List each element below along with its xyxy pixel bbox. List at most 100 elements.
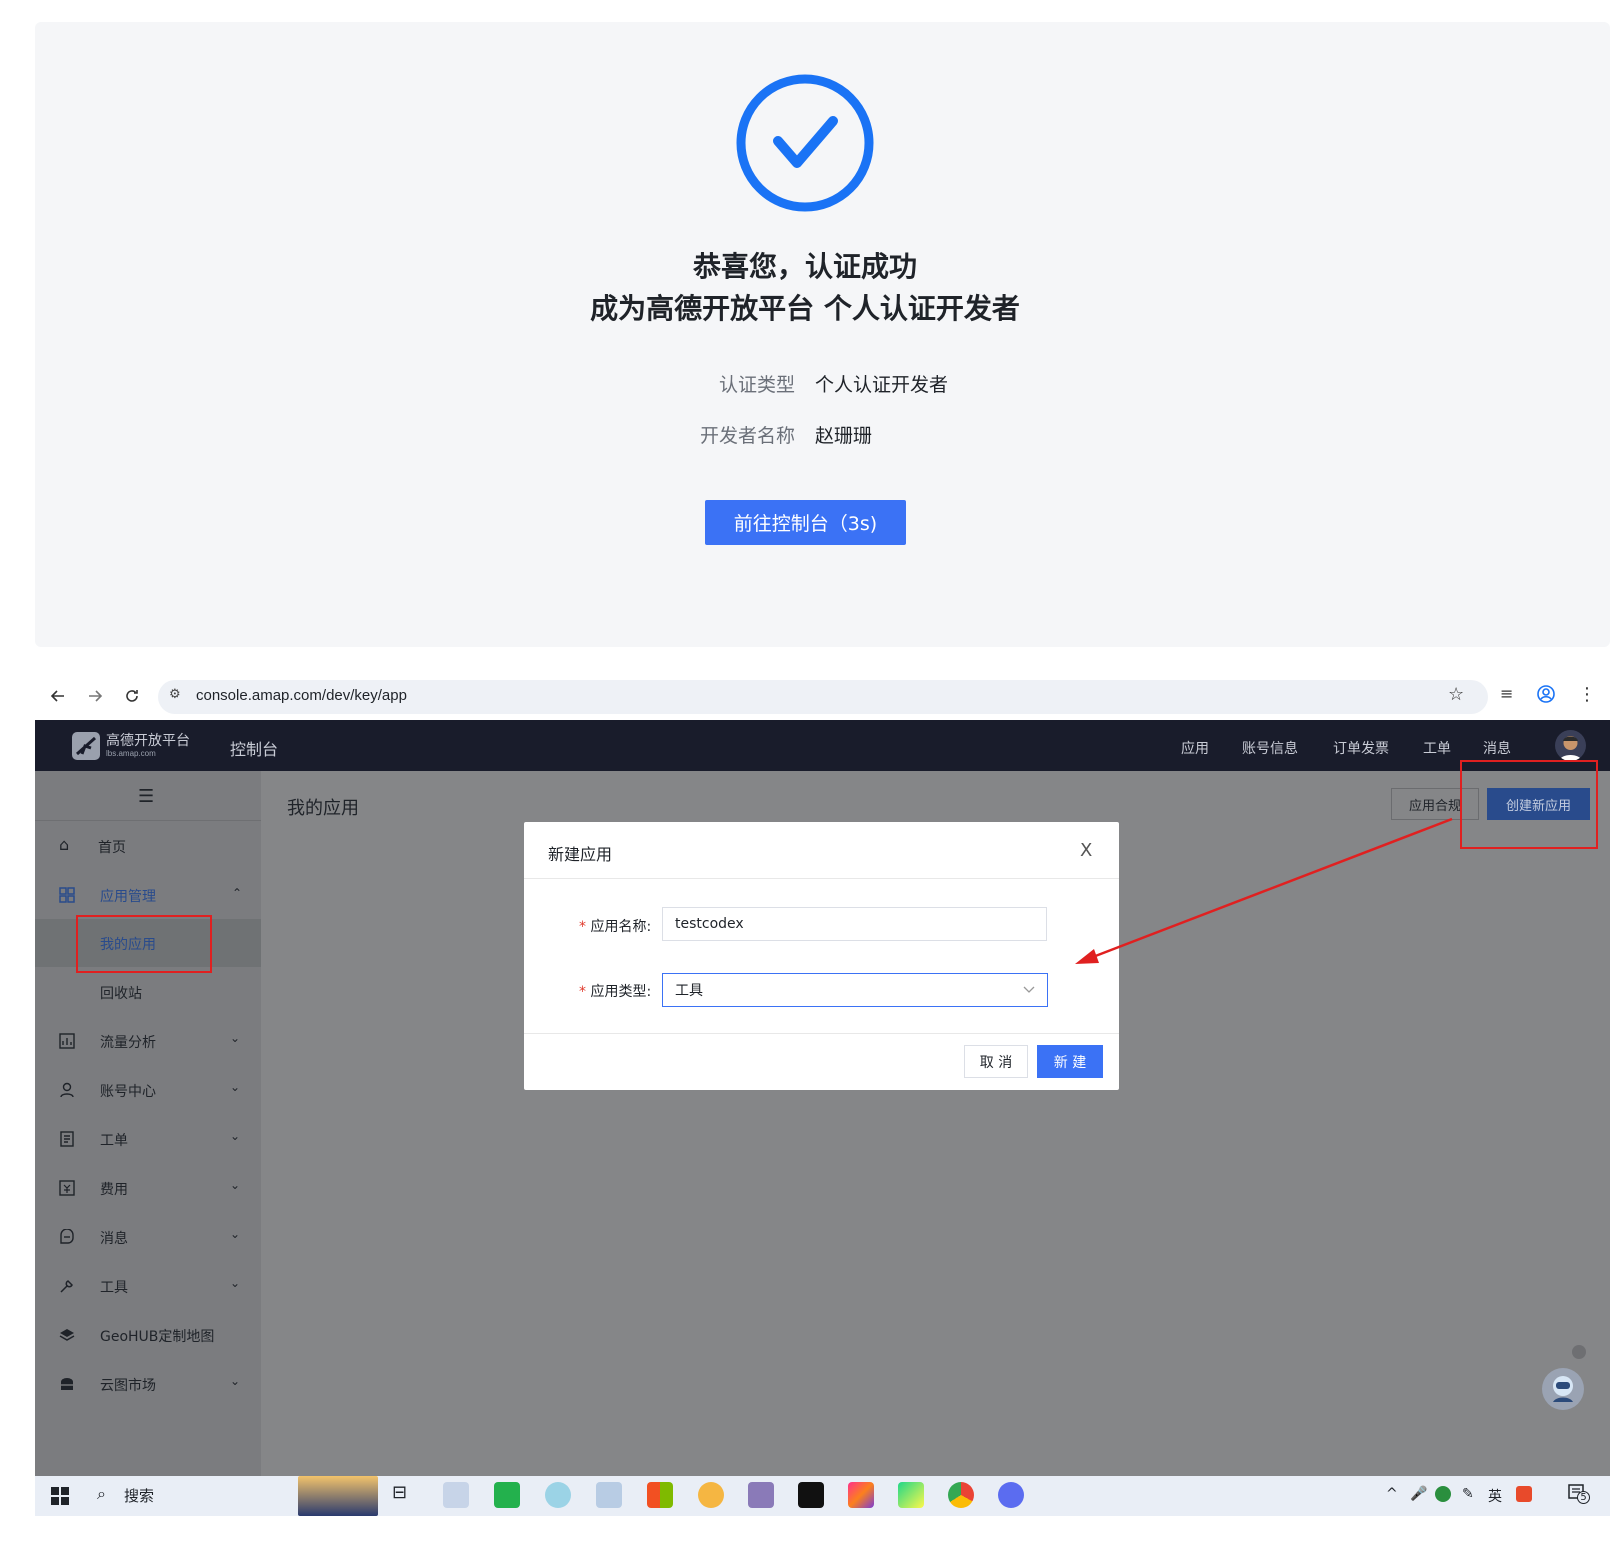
create-button[interactable]: 新 建: [1037, 1045, 1103, 1078]
assistant-robot-icon[interactable]: [1542, 1368, 1584, 1410]
chevron-down-icon: ⌄: [230, 1031, 241, 1045]
browser-menu-icon[interactable]: ⋮: [1578, 684, 1596, 705]
app-type-value: 工具: [675, 983, 703, 999]
tray-app-green-icon[interactable]: [1435, 1486, 1451, 1502]
app-grid-icon[interactable]: [647, 1482, 673, 1508]
sidebar-item-label: 应用管理: [100, 889, 156, 905]
home-icon: ⌂: [59, 835, 70, 854]
wrench-icon: [60, 1280, 73, 1293]
app-purple-icon[interactable]: [998, 1482, 1024, 1508]
sidebar-item-traffic-analysis[interactable]: 流量分析 ⌄: [35, 1017, 261, 1065]
task-view-icon[interactable]: ⊟: [392, 1482, 418, 1508]
chevron-up-icon: ⌃: [232, 886, 243, 900]
chrome-icon[interactable]: [948, 1482, 974, 1508]
success-subtitle: 成为高德开放平台 个人认证开发者: [590, 292, 1020, 325]
required-mark: *: [579, 919, 586, 935]
collapse-menu-icon[interactable]: ☰: [138, 786, 154, 807]
sidebar-item-tickets[interactable]: 工单 ⌄: [35, 1115, 261, 1163]
close-icon[interactable]: X: [1080, 840, 1092, 861]
url-text: console.amap.com/dev/key/app: [196, 687, 407, 704]
modal-footer-divider: [524, 1033, 1119, 1034]
chevron-down-icon: ⌄: [230, 1227, 241, 1241]
cert-type-label: 认证类型: [718, 374, 795, 396]
developer-name-label: 开发者名称: [699, 425, 795, 447]
store-icon: [61, 1378, 73, 1390]
sidebar-item-geohub[interactable]: GeoHUB定制地图: [35, 1311, 261, 1359]
chevron-down-icon: ⌄: [230, 1080, 241, 1094]
tray-app-red-icon[interactable]: [1516, 1486, 1532, 1502]
forward-icon[interactable]: [83, 684, 107, 708]
search-icon[interactable]: ⌕: [97, 1484, 106, 1504]
sidebar-item-label: 工具: [100, 1280, 128, 1296]
back-icon[interactable]: [46, 684, 70, 708]
message-icon: [60, 1229, 74, 1244]
help-dot-icon[interactable]: [1572, 1345, 1586, 1359]
capcut-icon[interactable]: [798, 1482, 824, 1508]
topnav-invoices[interactable]: 订单发票: [1333, 738, 1389, 758]
success-title: 恭喜您，认证成功: [692, 250, 917, 283]
sidebar-item-label: 云图市场: [100, 1378, 156, 1394]
required-mark: *: [579, 984, 586, 1000]
sidebar-item-recycle-bin[interactable]: 回收站: [35, 968, 261, 1016]
profile-icon[interactable]: [1536, 684, 1556, 704]
sidebar-item-messages[interactable]: 消息 ⌄: [35, 1213, 261, 1261]
app-name-label: * 应用名称:: [579, 916, 651, 936]
amap-logo[interactable]: 高德开放平台 lbs.amap.com: [70, 728, 200, 764]
sidebar-item-label: 账号中心: [100, 1084, 156, 1100]
app-green-icon[interactable]: [494, 1482, 520, 1508]
console-title: 控制台: [230, 740, 279, 759]
check-circle-icon: [736, 74, 874, 212]
zotero-icon[interactable]: [748, 1482, 774, 1508]
remote-desktop-icon[interactable]: [596, 1482, 622, 1508]
modal-header-divider: [524, 878, 1119, 879]
new-app-modal: [524, 822, 1119, 1090]
sidebar-item-tools[interactable]: 工具 ⌄: [35, 1262, 261, 1310]
topnav-messages[interactable]: 消息: [1483, 738, 1511, 758]
topnav-apps[interactable]: 应用: [1181, 738, 1209, 758]
pycharm-icon[interactable]: [898, 1482, 924, 1508]
sidebar-item-home[interactable]: ⌂ 首页: [35, 822, 261, 870]
sidebar-item-label: 工单: [100, 1133, 128, 1149]
sidebar-item-costs[interactable]: 费用 ⌄: [35, 1164, 261, 1212]
reload-icon[interactable]: [120, 684, 144, 708]
sidebar-item-account-center[interactable]: 账号中心 ⌄: [35, 1066, 261, 1114]
media-control-icon[interactable]: ≡: [1500, 684, 1513, 703]
app-cycle-icon[interactable]: [545, 1482, 571, 1508]
intellij-icon[interactable]: [848, 1482, 874, 1508]
notification-icon[interactable]: 5: [1567, 1483, 1590, 1504]
avatar[interactable]: [1555, 730, 1586, 761]
microphone-icon[interactable]: 🎤: [1410, 1486, 1427, 1502]
sidebar-item-cloud-market[interactable]: 云图市场 ⌄: [35, 1360, 261, 1408]
search-app-icon[interactable]: [698, 1482, 724, 1508]
taskbar-search[interactable]: 搜索: [124, 1485, 154, 1506]
bookmark-star-icon[interactable]: ☆: [1448, 684, 1464, 705]
windows-start-icon[interactable]: [51, 1487, 69, 1505]
app-type-label: * 应用类型:: [579, 981, 651, 1001]
sidebar-divider: [35, 820, 261, 821]
tray-expand-icon[interactable]: ^: [1386, 1486, 1398, 1502]
logo-text: 高德开放平台: [106, 733, 190, 749]
annotation-box-my-apps: [76, 915, 212, 973]
weather-widget-icon[interactable]: [298, 1476, 378, 1516]
ime-indicator[interactable]: 英: [1488, 1486, 1502, 1506]
developer-name-value: 赵珊珊: [815, 425, 873, 447]
cancel-button[interactable]: 取 消: [964, 1045, 1028, 1078]
site-info-icon[interactable]: ⚙: [169, 687, 181, 702]
logo-subtext: lbs.amap.com: [106, 749, 156, 758]
pen-icon[interactable]: ✎: [1462, 1486, 1474, 1502]
topnav-tickets[interactable]: 工单: [1423, 738, 1451, 758]
app-name-label-text: 应用名称:: [590, 919, 652, 935]
goto-console-button[interactable]: 前往控制台（3s): [705, 500, 906, 545]
sidebar-item-label: 流量分析: [100, 1035, 156, 1051]
topnav-account[interactable]: 账号信息: [1242, 738, 1298, 758]
notification-count: 5: [1577, 1491, 1590, 1504]
paint-app-icon[interactable]: [443, 1482, 469, 1508]
grid-icon: [59, 887, 75, 903]
app-name-input[interactable]: [662, 907, 1047, 941]
sidebar-item-label: 首页: [98, 840, 126, 856]
chevron-down-icon: ⌄: [230, 1129, 241, 1143]
chart-icon: [59, 1033, 75, 1049]
sidebar-item-app-management[interactable]: 应用管理 ⌃: [35, 871, 261, 919]
ticket-icon: [60, 1131, 74, 1147]
app-type-select[interactable]: 工具: [662, 973, 1048, 1007]
